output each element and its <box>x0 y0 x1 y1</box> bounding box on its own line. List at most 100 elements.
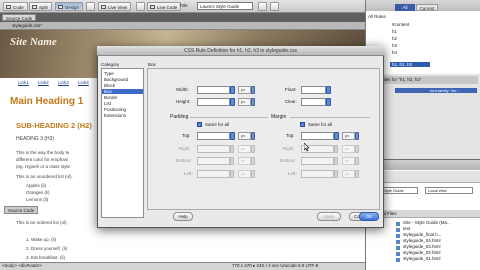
clear-select[interactable] <box>301 98 326 106</box>
category-item-extensions[interactable]: Extensions <box>104 113 126 118</box>
live-view-label: Live View <box>108 5 128 10</box>
file-item[interactable]: styleguide_03.html <box>403 244 441 249</box>
margin-right-unit-arrow[interactable] <box>355 145 359 153</box>
css-rule[interactable]: h2 <box>392 36 397 41</box>
height-unit-select[interactable]: px <box>238 98 251 106</box>
padding-bottom-input[interactable] <box>197 157 230 165</box>
padding-left-unit[interactable]: px <box>238 170 251 178</box>
category-item-positioning[interactable]: Positioning <box>104 107 126 112</box>
margin-top-arrow[interactable] <box>334 132 339 140</box>
file-item[interactable]: Site - Style Guide (Ma... <box>403 220 451 225</box>
margin-bottom-input[interactable] <box>301 157 334 165</box>
padding-same-for-all-checkbox[interactable]: ✓ <box>197 122 202 127</box>
padding-top-input[interactable] <box>197 132 230 140</box>
margin-top-input[interactable] <box>301 132 334 140</box>
margin-top-unit[interactable]: px <box>342 132 355 140</box>
file-item[interactable]: styleguide_01.html <box>403 256 441 261</box>
category-item-block[interactable]: Block <box>104 83 115 88</box>
clear-dropdown-arrow[interactable] <box>326 98 331 106</box>
design-view-button[interactable]: Design <box>55 2 84 11</box>
globe-icon[interactable] <box>258 2 267 11</box>
code-view-button[interactable]: Code <box>3 2 28 11</box>
properties-title: Properties for "h1, h2, h3" <box>368 76 478 84</box>
nav-link-2[interactable]: Link2 <box>38 80 49 85</box>
file-item[interactable]: styleguide_02.html <box>403 250 441 255</box>
margin-bottom-arrow[interactable] <box>334 157 338 165</box>
css-rule[interactable]: #content <box>392 22 409 27</box>
refresh-icon[interactable] <box>86 2 95 11</box>
padding-bottom-unit-arrow[interactable] <box>251 157 255 165</box>
padding-right-unit-arrow[interactable] <box>251 145 255 153</box>
tab-all[interactable]: All <box>395 4 415 11</box>
css-rule[interactable]: h4 <box>392 50 397 55</box>
preview-icon[interactable] <box>270 2 279 11</box>
margin-bottom-unit-arrow[interactable] <box>355 157 359 165</box>
margin-top-unit-arrow[interactable] <box>355 132 359 140</box>
nav-link-4[interactable]: Link4 <box>78 80 89 85</box>
source-code-tab-bottom[interactable]: Source Code <box>4 206 39 214</box>
margin-right-unit[interactable]: px <box>342 145 355 153</box>
float-select[interactable] <box>301 86 326 94</box>
padding-left-arrow[interactable] <box>230 170 234 178</box>
nav-link-3[interactable]: Link3 <box>58 80 69 85</box>
float-dropdown-arrow[interactable] <box>326 86 331 94</box>
file-item[interactable]: styleguide_04.html <box>403 238 441 243</box>
inspect-icon[interactable] <box>136 2 145 11</box>
padding-top-unit[interactable]: px <box>238 132 251 140</box>
tag-selector[interactable]: <body> <div#outer> <box>2 263 42 268</box>
apply-button[interactable]: Apply <box>317 212 341 221</box>
padding-right-arrow[interactable] <box>230 145 234 153</box>
help-button[interactable]: Help <box>173 212 193 221</box>
width-unit-select[interactable]: px <box>238 86 251 94</box>
margin-right-arrow[interactable] <box>334 145 338 153</box>
tab-current[interactable]: Current <box>416 4 438 11</box>
padding-right-unit[interactable]: px <box>238 145 251 153</box>
padding-right-input[interactable] <box>197 145 230 153</box>
width-unit-arrow[interactable] <box>251 86 255 94</box>
category-item-type[interactable]: Type <box>104 71 114 76</box>
html-file-icon <box>396 258 400 262</box>
height-input[interactable] <box>197 98 230 106</box>
margin-left-arrow[interactable] <box>334 170 338 178</box>
source-code-tab[interactable]: Source Code <box>2 14 37 21</box>
margin-left-unit-arrow[interactable] <box>355 170 359 178</box>
category-item-background[interactable]: Background <box>104 77 128 82</box>
width-input[interactable] <box>197 86 230 94</box>
padding-bottom-arrow[interactable] <box>230 157 234 165</box>
split-view-button[interactable]: Split <box>29 2 52 11</box>
height-unit-arrow[interactable] <box>251 98 255 106</box>
css-rule[interactable]: h3 <box>392 43 397 48</box>
padding-left-unit-arrow[interactable] <box>251 170 255 178</box>
title-field[interactable]: Laura's Style Guide <box>197 2 253 10</box>
folder-icon <box>396 228 400 232</box>
view-select[interactable]: Local view <box>425 187 473 194</box>
width-dropdown-arrow[interactable] <box>230 86 235 94</box>
mouse-pointer-icon <box>304 143 310 152</box>
main-heading: Main Heading 1 <box>10 96 84 107</box>
live-view-button[interactable]: Live View <box>98 2 132 11</box>
margin-bottom-unit[interactable]: px <box>342 157 355 165</box>
css-rule[interactable]: h1 <box>392 29 397 34</box>
live-code-button[interactable]: Live Code <box>147 2 182 11</box>
code-view-icon <box>6 5 11 9</box>
category-item-list[interactable]: List <box>104 101 111 106</box>
file-item[interactable]: test <box>403 226 410 231</box>
category-item-border[interactable]: Border <box>104 95 118 100</box>
padding-top-unit-arrow[interactable] <box>251 132 255 140</box>
margin-same-for-all-checkbox[interactable]: ✓ <box>300 122 305 127</box>
margin-left-input[interactable] <box>301 170 334 178</box>
padding-bottom-unit[interactable]: px <box>238 157 251 165</box>
nav-link-1[interactable]: Link1 <box>18 80 29 85</box>
file-item[interactable]: styleguide_final.h... <box>403 232 442 237</box>
file-name[interactable]: styleguide.css* <box>12 23 42 28</box>
padding-left-input[interactable] <box>197 170 230 178</box>
body-text-line: different color for emphasi <box>16 157 68 162</box>
css-rule-selected[interactable]: h1, h2, h3 <box>390 62 430 67</box>
padding-top-arrow[interactable] <box>230 132 235 140</box>
site-name: Site Name <box>10 36 57 48</box>
category-item-box[interactable]: Box <box>102 89 143 94</box>
margin-left-unit[interactable]: px <box>342 170 355 178</box>
ok-button[interactable]: OK <box>359 212 379 221</box>
height-dropdown-arrow[interactable] <box>230 98 235 106</box>
document-tab-bar <box>0 13 365 22</box>
